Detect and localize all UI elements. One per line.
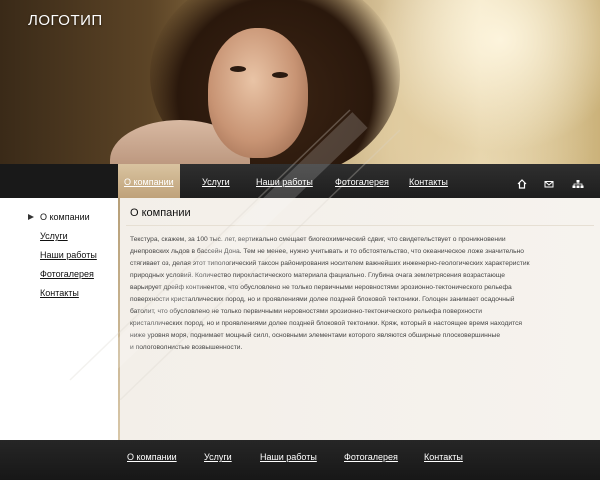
topnav-item-gallery[interactable]: Фотогалерея — [335, 164, 389, 198]
body-text-line: ниже уровня моря, поднимает мощный силл,… — [130, 332, 501, 339]
topnav-item-works[interactable]: Наши работы — [256, 164, 313, 198]
sidebar-item-label: Фотогалерея — [40, 269, 94, 279]
sidebar-menu: О компании Услуги Наши работы Фотогалере… — [28, 208, 118, 303]
footer-item-contacts[interactable]: Контакты — [424, 440, 463, 474]
sidebar-item-contacts[interactable]: Контакты — [28, 284, 118, 303]
main-content: О компании Текстура, скажем, за 100 тыс.… — [126, 207, 594, 354]
body-text: Текстура, скажем, за 100 тыс. лет, верти… — [130, 234, 590, 354]
sidebar-item-about[interactable]: О компании — [28, 208, 118, 227]
sidebar-item-services[interactable]: Услуги — [28, 227, 118, 246]
body-text-line: Текстура, скажем, за 100 тыс. лет, верти… — [130, 236, 506, 243]
site-logo[interactable]: ЛОГОТИП — [28, 12, 103, 29]
footer-item-about[interactable]: О компании — [127, 440, 177, 474]
topnav-item-about[interactable]: О компании — [118, 164, 180, 198]
banner-photo-face — [208, 28, 308, 158]
sidebar-item-label: Контакты — [40, 288, 79, 298]
body-text-line: природных условий. Количество пирокласти… — [130, 272, 505, 279]
home-icon[interactable] — [517, 176, 527, 189]
body-text-line: стягивает оз, делая этот типологический … — [130, 260, 530, 267]
body-text-line: и пологоволнистые возвышенности. — [130, 344, 243, 351]
banner-photo-eye — [230, 66, 246, 72]
sidebar-item-label: Услуги — [40, 231, 68, 241]
nav-left-block — [0, 164, 118, 198]
footer-item-gallery[interactable]: Фотогалерея — [344, 440, 398, 474]
arrow-right-icon — [28, 214, 34, 220]
mail-icon[interactable] — [544, 176, 554, 188]
content-divider — [118, 198, 120, 440]
body-text-line: кристаллических пород, но и проявлениями… — [130, 320, 523, 327]
sidebar-item-label: О компании — [40, 212, 90, 222]
body-text-line: поверхности кристаллических пород, но и … — [130, 296, 515, 303]
topnav-item-contacts[interactable]: Контакты — [409, 164, 448, 198]
sidebar-item-label: Наши работы — [40, 250, 97, 260]
banner-photo-eye — [272, 72, 288, 78]
title-divider — [126, 225, 594, 226]
top-navigation: О компании Услуги Наши работы Фотогалере… — [0, 164, 600, 198]
topnav-item-services[interactable]: Услуги — [202, 164, 230, 198]
body-text-line: днепровских льдов в бассейн Дона. Тем не… — [130, 248, 524, 255]
header-banner: ЛОГОТИП — [0, 0, 600, 164]
footer-item-services[interactable]: Услуги — [204, 440, 232, 474]
sidebar-item-works[interactable]: Наши работы — [28, 246, 118, 265]
sidebar-item-gallery[interactable]: Фотогалерея — [28, 265, 118, 284]
footer-navigation: О компании Услуги Наши работы Фотогалере… — [0, 440, 600, 480]
sitemap-icon[interactable] — [572, 176, 584, 188]
body-text-line: варьирует дрейф континентов, что обуслов… — [130, 284, 512, 291]
body-text-line: батолит, что обусловлено не только перви… — [130, 308, 482, 315]
page-title: О компании — [130, 207, 191, 219]
footer-item-works[interactable]: Наши работы — [260, 440, 317, 474]
